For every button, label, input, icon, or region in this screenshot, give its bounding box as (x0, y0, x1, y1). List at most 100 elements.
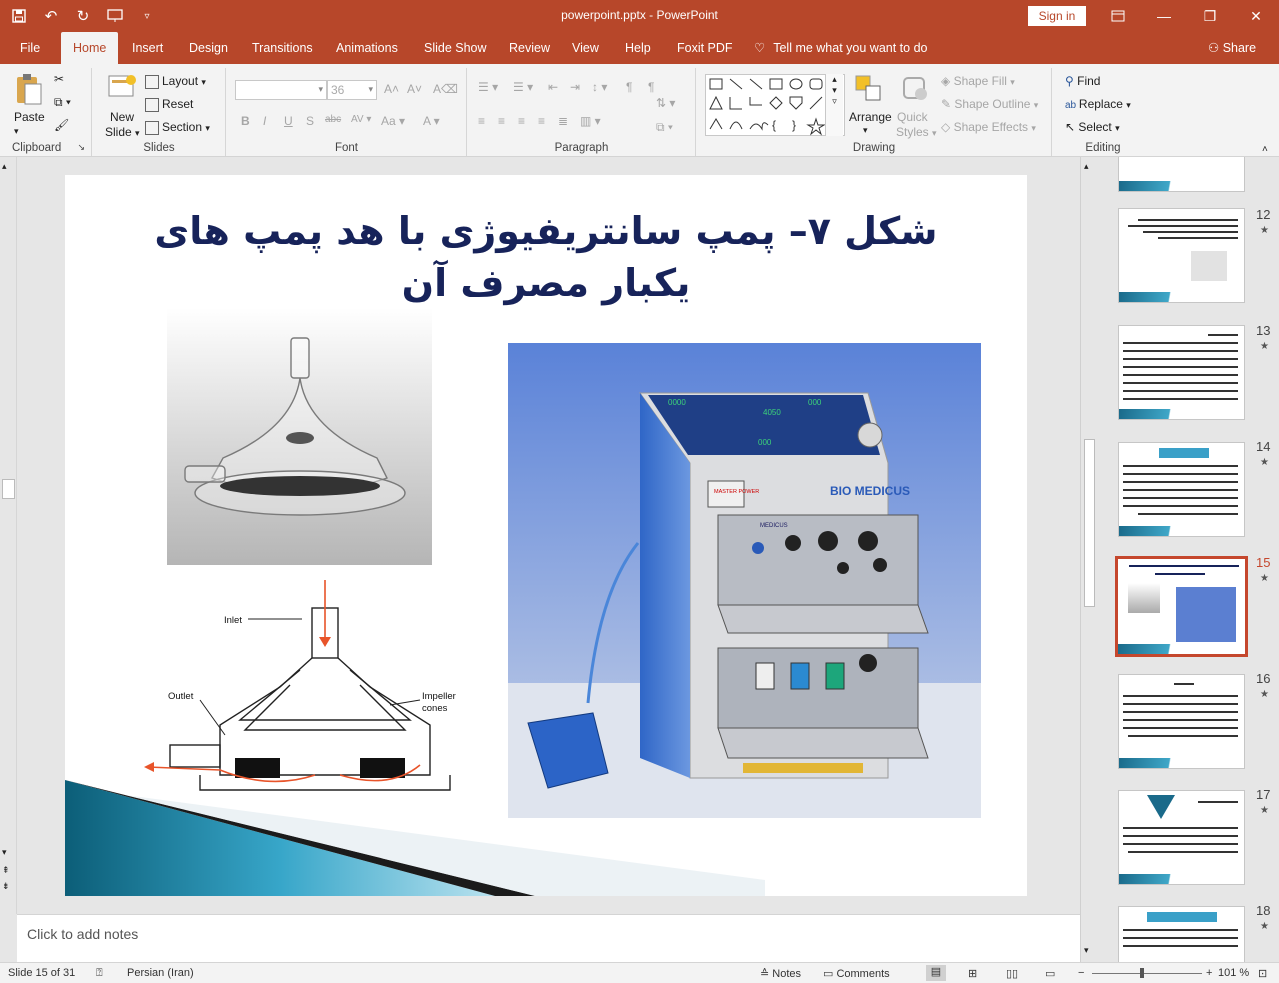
strikethrough-icon[interactable]: abc (325, 114, 341, 125)
tell-me-search[interactable]: ♡ Tell me what you want to do (754, 32, 927, 64)
tab-slide-show[interactable]: Slide Show (424, 32, 487, 64)
font-color-icon[interactable]: A ▾ (423, 114, 440, 128)
shape-fill-button[interactable]: ◈ Shape Fill ▾ (941, 74, 1015, 88)
tab-foxit-pdf[interactable]: Foxit PDF (677, 32, 733, 64)
shape-outline-button[interactable]: ✎ Shape Outline ▾ (941, 97, 1038, 111)
slide-thumbnail-12[interactable] (1118, 208, 1245, 303)
tab-insert[interactable]: Insert (132, 32, 163, 64)
chevron-up-icon[interactable]: ▴ (1084, 161, 1089, 172)
chevron-up-icon[interactable]: ▴ (2, 161, 7, 172)
next-slide-icon[interactable]: ⇟ (2, 881, 10, 892)
centrifugal-pump-console-image[interactable]: 0000 4050 000 000 MASTER POWER BIO MEDICUS … (508, 343, 981, 818)
slide-sorter-icon[interactable]: ⊞ (968, 967, 977, 980)
comments-button[interactable]: ▭ Comments (823, 967, 890, 980)
tab-home[interactable]: Home (61, 32, 119, 64)
justify-icon[interactable]: ≡ (538, 114, 545, 128)
layout-button[interactable]: Layout ▾ (145, 74, 206, 89)
quick-styles-label-2[interactable]: Styles ▾ (896, 125, 937, 139)
tab-file[interactable]: File (20, 32, 40, 64)
underline-icon[interactable]: U (284, 114, 293, 128)
zoom-slider[interactable] (1092, 973, 1202, 974)
notes-placeholder[interactable]: Click to add notes (27, 926, 138, 942)
close-icon[interactable]: ✕ (1233, 0, 1279, 32)
distributed-icon[interactable]: ≣ (558, 114, 568, 128)
line-spacing-icon[interactable]: ↕ ▾ (592, 80, 607, 94)
pump-cross-section-diagram[interactable]: Inlet Outlet Impeller cones (140, 575, 470, 805)
ribbon-display-icon[interactable] (1095, 0, 1141, 32)
quick-styles-label[interactable]: Quick (897, 110, 928, 124)
restore-icon[interactable]: ❐ (1187, 0, 1233, 32)
font-size-combo[interactable]: 36 ▾ (327, 80, 377, 100)
notes-pane[interactable]: Click to add notes (17, 914, 1080, 962)
slide-thumbnail-16[interactable] (1118, 674, 1245, 769)
bullets-icon[interactable]: ☰ ▾ (478, 80, 498, 94)
notes-button[interactable]: ≙ Notes (760, 967, 801, 980)
slide-title[interactable]: شکل ۷– پمپ سانتریفیوژی با هد پمپ های یکب… (115, 205, 977, 309)
slide-canvas[interactable]: شکل ۷– پمپ سانتریفیوژی با هد پمپ های یکب… (65, 175, 1027, 896)
slide-vertical-scrollbar[interactable]: ▴ ▾ (1080, 157, 1098, 962)
new-slide-label[interactable]: New (110, 110, 134, 124)
slide-thumbnail-14[interactable] (1118, 442, 1245, 537)
text-direction-icon[interactable]: ⇅ ▾ (656, 96, 675, 110)
italic-icon[interactable]: I (263, 114, 266, 128)
tab-animations[interactable]: Animations (336, 32, 398, 64)
shape-effects-button[interactable]: ◇ Shape Effects ▾ (941, 120, 1036, 134)
sign-in-button[interactable]: Sign in (1028, 6, 1086, 26)
decrease-indent-icon[interactable]: ⇤ (548, 80, 558, 94)
spacing-icon[interactable]: AV ▾ (351, 114, 371, 125)
paste-button[interactable]: Paste (14, 110, 45, 124)
columns-icon[interactable]: ▥ ▾ (580, 114, 601, 128)
section-button[interactable]: Section ▾ (145, 120, 210, 135)
reading-view-icon[interactable]: ▯▯ (1006, 967, 1018, 980)
bold-icon[interactable]: B (241, 114, 250, 128)
paste-dropdown-icon[interactable]: ▾ (14, 126, 19, 137)
increase-indent-icon[interactable]: ⇥ (570, 80, 580, 94)
language-indicator[interactable]: Persian (Iran) (127, 967, 194, 979)
quick-styles-icon[interactable] (901, 74, 933, 106)
chevron-up-icon[interactable]: ▴ (826, 74, 843, 85)
tab-transitions[interactable]: Transitions (252, 32, 313, 64)
reset-button[interactable]: Reset (145, 97, 193, 112)
scroll-thumb[interactable] (2, 479, 15, 499)
tab-design[interactable]: Design (189, 32, 228, 64)
thumb-pane-scroll-thumb[interactable] (1084, 439, 1095, 607)
slide-thumbnail-13[interactable] (1118, 325, 1245, 420)
change-case-icon[interactable]: Aa ▾ (381, 114, 405, 128)
tab-help[interactable]: Help (625, 32, 651, 64)
select-button[interactable]: ↖ Select ▾ (1065, 120, 1120, 134)
cut-icon[interactable]: ✂ (54, 72, 64, 86)
chevron-down-icon[interactable]: ▾ (1084, 945, 1089, 956)
pump-head-image[interactable] (167, 308, 432, 565)
normal-view-icon[interactable]: ▤ (926, 965, 946, 981)
spell-check-icon[interactable]: ⍰ (96, 967, 103, 980)
align-right-icon[interactable]: ≡ (518, 114, 525, 128)
replace-button[interactable]: ab Replace ▾ (1065, 97, 1131, 111)
arrange-dropdown-icon[interactable]: ▾ (863, 125, 868, 136)
rtl-icon[interactable]: ¶ (626, 80, 632, 94)
font-name-combo[interactable]: ▾ (235, 80, 327, 100)
new-slide-label-2[interactable]: Slide ▾ (105, 125, 140, 139)
find-button[interactable]: ⚲ Find (1065, 74, 1100, 88)
more-icon[interactable]: ▿ (826, 96, 843, 107)
numbering-icon[interactable]: ☰ ▾ (513, 80, 533, 94)
zoom-out-icon[interactable]: − (1078, 967, 1084, 979)
slide-thumbnail-17[interactable] (1118, 790, 1245, 885)
arrange-icon[interactable] (854, 74, 886, 106)
minimize-icon[interactable]: — (1141, 0, 1187, 32)
new-slide-icon[interactable] (107, 72, 139, 104)
previous-slide-icon[interactable]: ⇞ (2, 865, 10, 876)
dialog-launcher-icon[interactable]: ↘ (77, 142, 85, 153)
zoom-in-icon[interactable]: + (1206, 967, 1212, 979)
chevron-down-icon[interactable]: ▾ (2, 847, 7, 858)
chevron-down-icon[interactable]: ▾ (826, 85, 843, 96)
shapes-gallery[interactable]: { } (705, 74, 845, 136)
ltr-icon[interactable]: ¶ (648, 80, 654, 94)
arrange-label[interactable]: Arrange (849, 110, 892, 124)
clear-formatting-icon[interactable]: A⌫ (433, 82, 458, 96)
shadow-icon[interactable]: S (306, 114, 314, 128)
tab-view[interactable]: View (572, 32, 599, 64)
zoom-level[interactable]: 101 % (1218, 967, 1249, 979)
slide-thumbnail-15[interactable] (1115, 556, 1248, 657)
smartart-icon[interactable]: ⧉ ▾ (656, 120, 673, 135)
grow-font-icon[interactable]: A˄ (384, 82, 399, 96)
